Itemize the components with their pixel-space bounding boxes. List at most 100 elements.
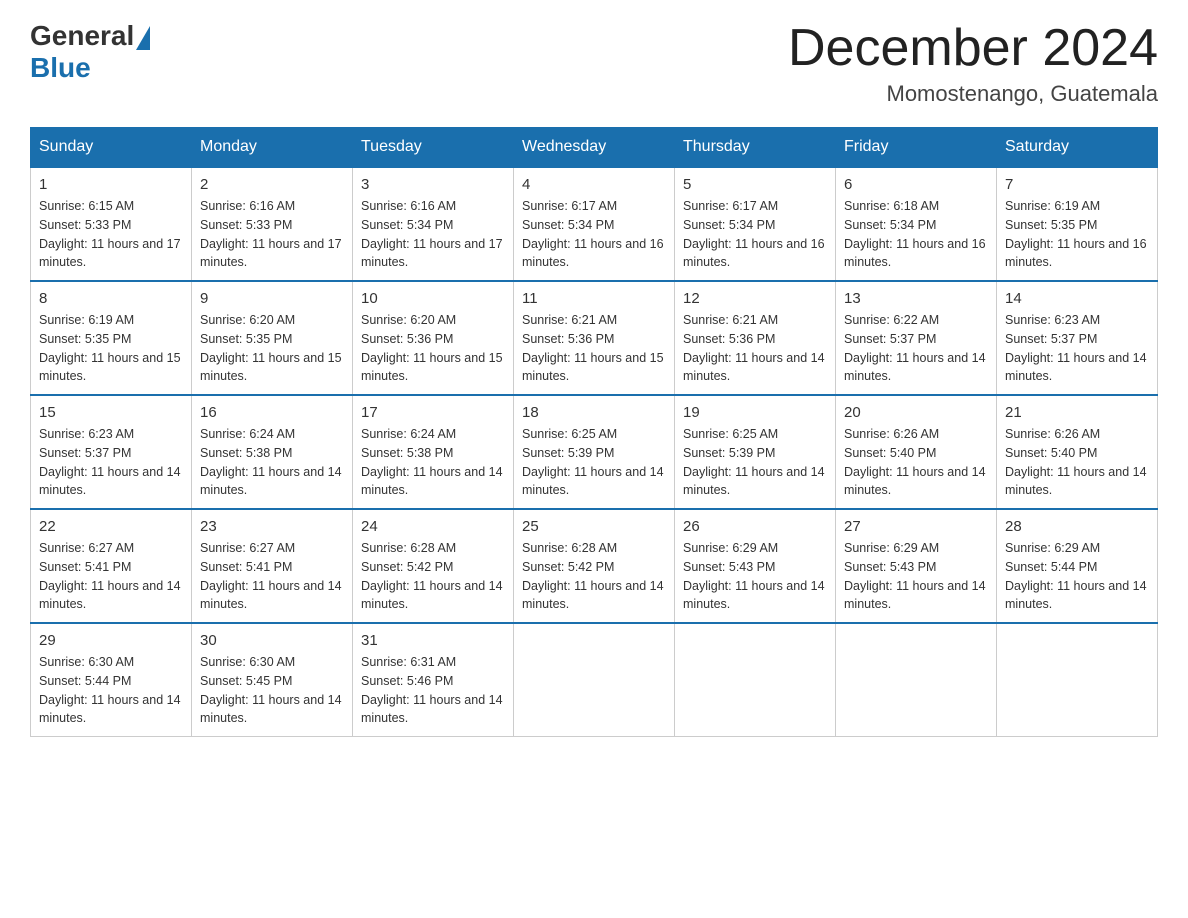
table-row: 15 Sunrise: 6:23 AMSunset: 5:37 PMDaylig…	[31, 395, 192, 509]
day-info: Sunrise: 6:23 AMSunset: 5:37 PMDaylight:…	[1005, 313, 1147, 383]
table-row: 25 Sunrise: 6:28 AMSunset: 5:42 PMDaylig…	[514, 509, 675, 623]
day-info: Sunrise: 6:28 AMSunset: 5:42 PMDaylight:…	[361, 541, 503, 611]
day-number: 14	[1005, 290, 1149, 307]
table-row	[675, 623, 836, 737]
header-sunday: Sunday	[31, 128, 192, 168]
table-row: 12 Sunrise: 6:21 AMSunset: 5:36 PMDaylig…	[675, 281, 836, 395]
table-row: 31 Sunrise: 6:31 AMSunset: 5:46 PMDaylig…	[353, 623, 514, 737]
table-row: 9 Sunrise: 6:20 AMSunset: 5:35 PMDayligh…	[192, 281, 353, 395]
day-number: 7	[1005, 176, 1149, 193]
day-number: 11	[522, 290, 666, 307]
header-wednesday: Wednesday	[514, 128, 675, 168]
table-row: 10 Sunrise: 6:20 AMSunset: 5:36 PMDaylig…	[353, 281, 514, 395]
table-row: 1 Sunrise: 6:15 AMSunset: 5:33 PMDayligh…	[31, 167, 192, 281]
table-row: 22 Sunrise: 6:27 AMSunset: 5:41 PMDaylig…	[31, 509, 192, 623]
table-row	[997, 623, 1158, 737]
day-info: Sunrise: 6:18 AMSunset: 5:34 PMDaylight:…	[844, 199, 986, 269]
header-monday: Monday	[192, 128, 353, 168]
table-row: 13 Sunrise: 6:22 AMSunset: 5:37 PMDaylig…	[836, 281, 997, 395]
table-row: 8 Sunrise: 6:19 AMSunset: 5:35 PMDayligh…	[31, 281, 192, 395]
day-info: Sunrise: 6:29 AMSunset: 5:44 PMDaylight:…	[1005, 541, 1147, 611]
day-info: Sunrise: 6:15 AMSunset: 5:33 PMDaylight:…	[39, 199, 181, 269]
month-title: December 2024	[788, 20, 1158, 77]
table-row: 14 Sunrise: 6:23 AMSunset: 5:37 PMDaylig…	[997, 281, 1158, 395]
day-info: Sunrise: 6:29 AMSunset: 5:43 PMDaylight:…	[683, 541, 825, 611]
day-info: Sunrise: 6:29 AMSunset: 5:43 PMDaylight:…	[844, 541, 986, 611]
day-info: Sunrise: 6:20 AMSunset: 5:36 PMDaylight:…	[361, 313, 503, 383]
table-row	[514, 623, 675, 737]
title-section: December 2024 Momostenango, Guatemala	[788, 20, 1158, 107]
page-header: General Blue December 2024 Momostenango,…	[30, 20, 1158, 107]
day-number: 15	[39, 404, 183, 421]
day-number: 16	[200, 404, 344, 421]
table-row: 29 Sunrise: 6:30 AMSunset: 5:44 PMDaylig…	[31, 623, 192, 737]
day-number: 6	[844, 176, 988, 193]
table-row: 17 Sunrise: 6:24 AMSunset: 5:38 PMDaylig…	[353, 395, 514, 509]
day-number: 18	[522, 404, 666, 421]
day-number: 28	[1005, 518, 1149, 535]
day-info: Sunrise: 6:22 AMSunset: 5:37 PMDaylight:…	[844, 313, 986, 383]
table-row: 16 Sunrise: 6:24 AMSunset: 5:38 PMDaylig…	[192, 395, 353, 509]
day-number: 8	[39, 290, 183, 307]
header-tuesday: Tuesday	[353, 128, 514, 168]
day-number: 5	[683, 176, 827, 193]
table-row: 7 Sunrise: 6:19 AMSunset: 5:35 PMDayligh…	[997, 167, 1158, 281]
calendar-week-row: 8 Sunrise: 6:19 AMSunset: 5:35 PMDayligh…	[31, 281, 1158, 395]
day-number: 10	[361, 290, 505, 307]
day-info: Sunrise: 6:21 AMSunset: 5:36 PMDaylight:…	[522, 313, 664, 383]
day-info: Sunrise: 6:19 AMSunset: 5:35 PMDaylight:…	[39, 313, 181, 383]
header-friday: Friday	[836, 128, 997, 168]
table-row: 20 Sunrise: 6:26 AMSunset: 5:40 PMDaylig…	[836, 395, 997, 509]
day-number: 26	[683, 518, 827, 535]
day-info: Sunrise: 6:28 AMSunset: 5:42 PMDaylight:…	[522, 541, 664, 611]
day-info: Sunrise: 6:16 AMSunset: 5:33 PMDaylight:…	[200, 199, 342, 269]
day-number: 3	[361, 176, 505, 193]
logo: General Blue	[30, 20, 150, 84]
day-info: Sunrise: 6:31 AMSunset: 5:46 PMDaylight:…	[361, 655, 503, 725]
day-info: Sunrise: 6:27 AMSunset: 5:41 PMDaylight:…	[39, 541, 181, 611]
day-info: Sunrise: 6:24 AMSunset: 5:38 PMDaylight:…	[361, 427, 503, 497]
day-info: Sunrise: 6:26 AMSunset: 5:40 PMDaylight:…	[844, 427, 986, 497]
table-row: 6 Sunrise: 6:18 AMSunset: 5:34 PMDayligh…	[836, 167, 997, 281]
day-info: Sunrise: 6:19 AMSunset: 5:35 PMDaylight:…	[1005, 199, 1147, 269]
day-info: Sunrise: 6:17 AMSunset: 5:34 PMDaylight:…	[683, 199, 825, 269]
day-number: 12	[683, 290, 827, 307]
table-row: 3 Sunrise: 6:16 AMSunset: 5:34 PMDayligh…	[353, 167, 514, 281]
location: Momostenango, Guatemala	[788, 81, 1158, 107]
day-number: 31	[361, 632, 505, 649]
table-row: 2 Sunrise: 6:16 AMSunset: 5:33 PMDayligh…	[192, 167, 353, 281]
day-info: Sunrise: 6:21 AMSunset: 5:36 PMDaylight:…	[683, 313, 825, 383]
table-row: 5 Sunrise: 6:17 AMSunset: 5:34 PMDayligh…	[675, 167, 836, 281]
day-info: Sunrise: 6:25 AMSunset: 5:39 PMDaylight:…	[522, 427, 664, 497]
day-info: Sunrise: 6:16 AMSunset: 5:34 PMDaylight:…	[361, 199, 503, 269]
table-row: 28 Sunrise: 6:29 AMSunset: 5:44 PMDaylig…	[997, 509, 1158, 623]
calendar-week-row: 29 Sunrise: 6:30 AMSunset: 5:44 PMDaylig…	[31, 623, 1158, 737]
day-info: Sunrise: 6:25 AMSunset: 5:39 PMDaylight:…	[683, 427, 825, 497]
day-number: 23	[200, 518, 344, 535]
table-row: 4 Sunrise: 6:17 AMSunset: 5:34 PMDayligh…	[514, 167, 675, 281]
logo-blue-text: Blue	[30, 52, 91, 84]
day-number: 2	[200, 176, 344, 193]
day-info: Sunrise: 6:27 AMSunset: 5:41 PMDaylight:…	[200, 541, 342, 611]
calendar-week-row: 15 Sunrise: 6:23 AMSunset: 5:37 PMDaylig…	[31, 395, 1158, 509]
table-row: 18 Sunrise: 6:25 AMSunset: 5:39 PMDaylig…	[514, 395, 675, 509]
day-info: Sunrise: 6:26 AMSunset: 5:40 PMDaylight:…	[1005, 427, 1147, 497]
calendar-header-row: Sunday Monday Tuesday Wednesday Thursday…	[31, 128, 1158, 168]
day-number: 20	[844, 404, 988, 421]
day-number: 22	[39, 518, 183, 535]
table-row: 30 Sunrise: 6:30 AMSunset: 5:45 PMDaylig…	[192, 623, 353, 737]
day-info: Sunrise: 6:17 AMSunset: 5:34 PMDaylight:…	[522, 199, 664, 269]
calendar-week-row: 22 Sunrise: 6:27 AMSunset: 5:41 PMDaylig…	[31, 509, 1158, 623]
day-number: 27	[844, 518, 988, 535]
calendar-table: Sunday Monday Tuesday Wednesday Thursday…	[30, 127, 1158, 737]
day-info: Sunrise: 6:30 AMSunset: 5:44 PMDaylight:…	[39, 655, 181, 725]
day-number: 17	[361, 404, 505, 421]
day-number: 4	[522, 176, 666, 193]
day-info: Sunrise: 6:20 AMSunset: 5:35 PMDaylight:…	[200, 313, 342, 383]
logo-general-text: General	[30, 20, 134, 52]
table-row: 27 Sunrise: 6:29 AMSunset: 5:43 PMDaylig…	[836, 509, 997, 623]
table-row	[836, 623, 997, 737]
day-number: 19	[683, 404, 827, 421]
day-number: 13	[844, 290, 988, 307]
table-row: 21 Sunrise: 6:26 AMSunset: 5:40 PMDaylig…	[997, 395, 1158, 509]
